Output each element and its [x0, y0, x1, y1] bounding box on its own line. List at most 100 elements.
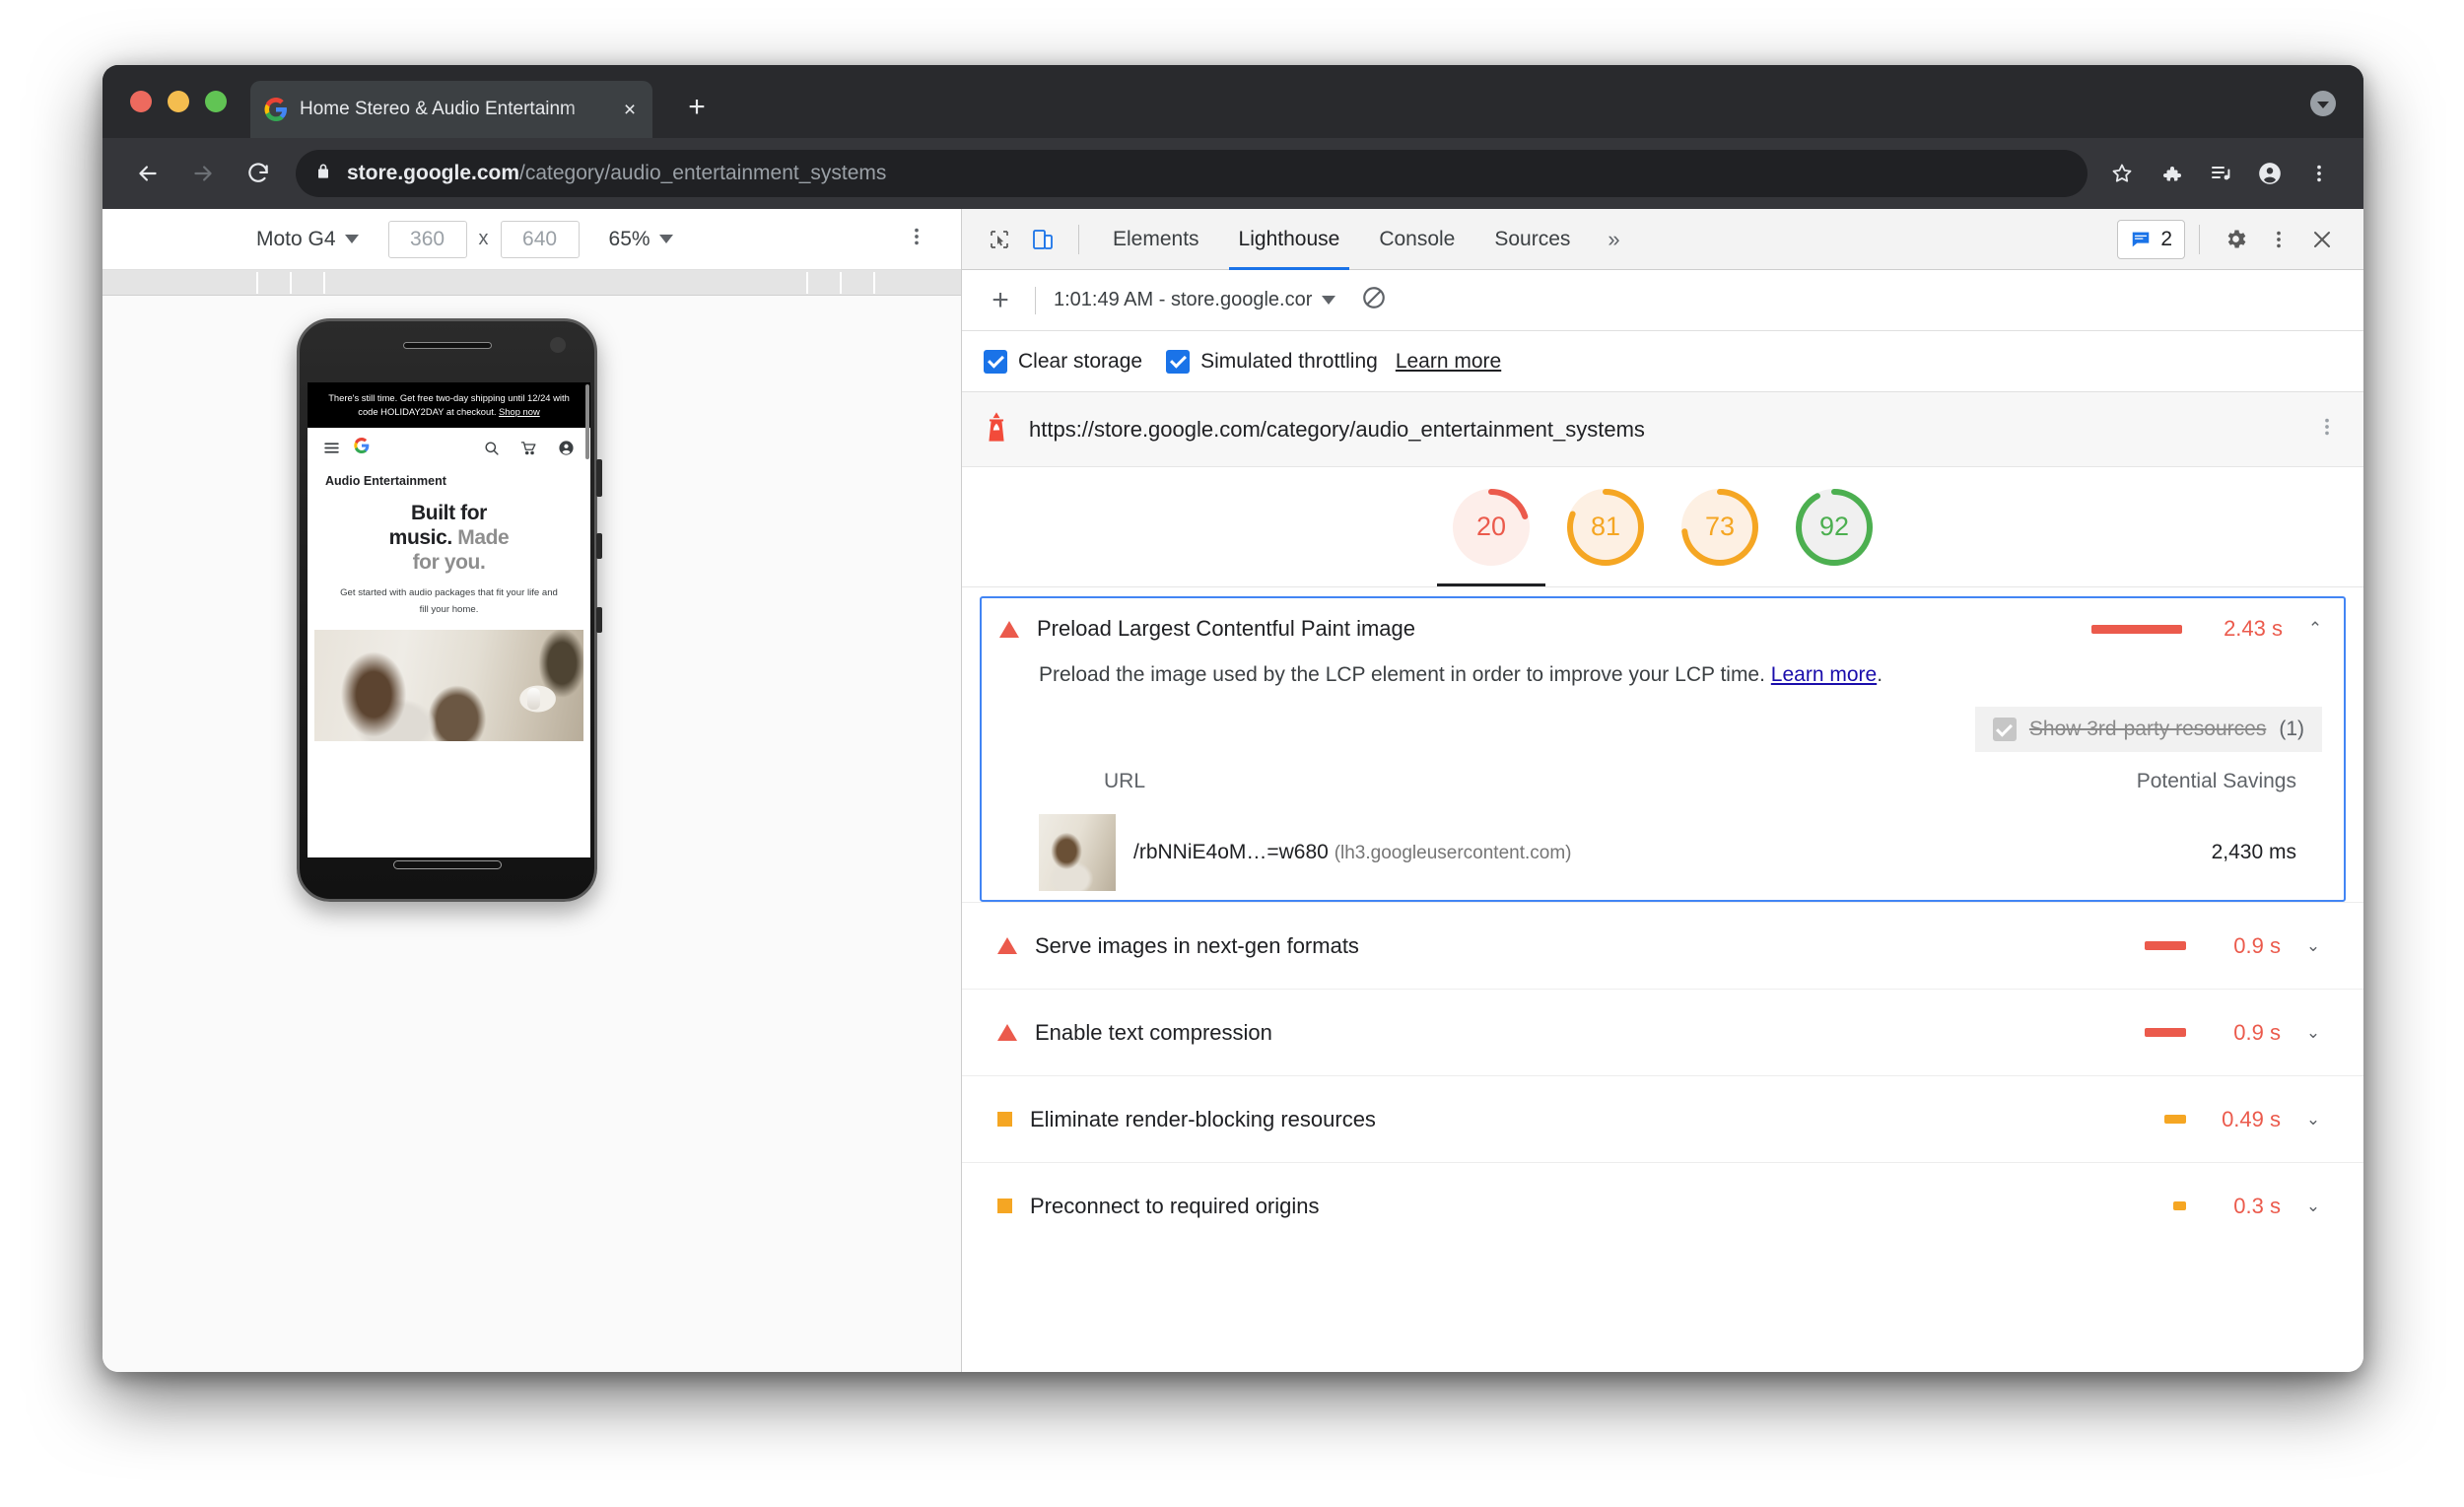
new-audit-button[interactable]: + [984, 284, 1017, 317]
score-gauge-0[interactable]: 20 [1449, 485, 1534, 570]
tab-close-icon[interactable]: × [619, 100, 641, 120]
hamburger-menu-icon[interactable] [323, 440, 340, 456]
more-tabs-icon[interactable]: » [1590, 227, 1637, 252]
window-minimize-button[interactable] [168, 91, 189, 112]
gear-icon[interactable] [2214, 218, 2257, 261]
score-gauge-1[interactable]: 81 [1563, 485, 1648, 570]
search-icon[interactable] [483, 440, 500, 456]
audit-metric: 0.49 s [2222, 1106, 2281, 1131]
close-icon[interactable] [2300, 218, 2344, 261]
device-selector[interactable]: Moto G4 [256, 228, 359, 251]
window-maximize-button[interactable] [205, 91, 227, 112]
audit-metric: 0.9 s [2233, 1019, 2281, 1045]
tab-console[interactable]: Console [1359, 209, 1474, 270]
new-tab-button[interactable]: + [680, 93, 714, 126]
phone-power-button [596, 459, 602, 497]
zoom-selector[interactable]: 65% [609, 228, 673, 251]
message-count: 2 [2160, 227, 2172, 250]
active-category-underline [1437, 583, 1545, 586]
audit-list: Preload Largest Contentful Paint image 2… [962, 587, 2363, 1372]
tab-lighthouse[interactable]: Lighthouse [1219, 209, 1360, 270]
emulated-viewport[interactable]: There's still time. Get free two-day shi… [308, 382, 590, 857]
message-count-badge[interactable]: 2 [2117, 219, 2185, 259]
account-icon[interactable] [558, 440, 575, 456]
window-close-button[interactable] [130, 91, 152, 112]
audit-run-label: 1:01:49 AM - store.google.cor [1054, 289, 1313, 310]
url-domain: store.google.com [347, 162, 520, 184]
audit-item[interactable]: Eliminate render-blocking resources 0.49 … [962, 1075, 2363, 1162]
phone-volume-down-button [596, 607, 602, 633]
audit-item[interactable]: Serve images in next-gen formats 0.9 s ⌄ [962, 902, 2363, 989]
expand-chevron-icon[interactable]: ⌄ [2302, 1197, 2324, 1216]
star-icon[interactable] [2101, 153, 2143, 194]
no-entry-icon[interactable] [1361, 285, 1387, 316]
simulated-throttling-label: Simulated throttling [1200, 349, 1378, 373]
audit-item[interactable]: Preconnect to required origins 0.3 s ⌄ [962, 1162, 2363, 1249]
resource-path: /rbNNiE4oM…=w680 [1133, 841, 1329, 863]
device-toggle-icon[interactable] [1021, 218, 1064, 261]
third-party-filter: Show 3rd-party resources (1) [1974, 707, 2322, 752]
score-value: 73 [1704, 512, 1736, 541]
audit-item[interactable]: Enable text compression 0.9 s ⌄ [962, 989, 2363, 1075]
expand-chevron-icon[interactable]: ⌄ [2302, 1023, 2324, 1043]
lighthouse-toolbar: + 1:01:49 AM - store.google.cor [962, 270, 2363, 331]
table-row: /rbNNiE4oM…=w680 (lh3.googleusercontent.… [982, 805, 2322, 900]
expand-chevron-icon[interactable]: ⌄ [2302, 1110, 2324, 1130]
profile-chevron-icon[interactable] [2310, 91, 2336, 116]
audit-options-kebab-icon[interactable] [2316, 416, 2338, 443]
address-bar[interactable]: store.google.com/category/audio_entertai… [296, 150, 2088, 197]
phone-mockup: There's still time. Get free two-day shi… [297, 318, 602, 902]
audit-item-expanded[interactable]: Preload Largest Contentful Paint image 2… [980, 596, 2346, 902]
browser-tab-strip: Home Stereo & Audio Entertainm × + [103, 65, 2363, 138]
clear-storage-option[interactable]: Clear storage [984, 349, 1143, 374]
audit-description: Preload the image used by the LCP elemen… [982, 659, 2344, 707]
audit-learn-more-link[interactable]: Learn more [1771, 663, 1877, 686]
score-gauge-3[interactable]: 92 [1792, 485, 1877, 570]
browser-menu-icon[interactable] [2298, 153, 2340, 194]
column-savings: Potential Savings [2136, 770, 2296, 792]
collapse-chevron-icon[interactable]: ⌃ [2304, 619, 2326, 639]
viewport-scrollbar[interactable] [585, 384, 589, 459]
inspect-cursor-icon[interactable] [978, 218, 1021, 261]
resource-url: /rbNNiE4oM…=w680 (lh3.googleusercontent.… [1133, 841, 2212, 864]
shopping-cart-icon[interactable] [520, 440, 537, 456]
device-width-input[interactable] [387, 220, 467, 258]
device-options-kebab-icon[interactable] [906, 226, 927, 253]
audit-header[interactable]: Preload Largest Contentful Paint image 2… [982, 598, 2344, 659]
back-arrow-icon[interactable] [128, 154, 168, 193]
google-logo-icon[interactable] [354, 438, 370, 458]
severity-square-icon [997, 1112, 1012, 1127]
phone-home-bar [392, 860, 502, 869]
audit-metric: 0.9 s [2233, 932, 2281, 958]
simulated-throttling-option[interactable]: Simulated throttling [1166, 349, 1378, 374]
severity-triangle-icon [999, 620, 1019, 638]
browser-tab[interactable]: Home Stereo & Audio Entertainm × [250, 81, 652, 138]
account-avatar-icon[interactable] [2249, 153, 2291, 194]
hero-line-2b: Made [457, 526, 510, 550]
expand-chevron-icon[interactable]: ⌄ [2302, 936, 2324, 956]
phone-volume-up-button [596, 533, 602, 559]
audit-run-selector[interactable]: 1:01:49 AM - store.google.cor [1054, 289, 1336, 311]
tab-elements[interactable]: Elements [1093, 209, 1219, 270]
clear-storage-checkbox[interactable] [984, 349, 1007, 374]
puzzle-icon[interactable] [2151, 153, 2192, 194]
score-gauge-2[interactable]: 73 [1677, 485, 1762, 570]
hero-line-1: Built for [411, 502, 487, 525]
audited-url-row: https://store.google.com/category/audio_… [962, 392, 2363, 467]
learn-more-link[interactable]: Learn more [1396, 350, 1501, 374]
resource-savings: 2,430 ms [2211, 841, 2296, 863]
media-list-icon[interactable] [2200, 153, 2241, 194]
devtools-kebab-icon[interactable] [2257, 218, 2300, 261]
reload-icon[interactable] [239, 154, 278, 193]
resource-table-header: URL Potential Savings [982, 758, 2322, 805]
simulated-throttling-checkbox[interactable] [1166, 349, 1191, 374]
tab-sources[interactable]: Sources [1474, 209, 1590, 270]
site-header [308, 428, 590, 469]
device-height-input[interactable] [500, 220, 580, 258]
clear-storage-label: Clear storage [1018, 349, 1143, 373]
zoom-value: 65% [608, 227, 650, 250]
audit-sparkbar [2091, 624, 2182, 634]
score-gauges: 20 81 73 92 [962, 467, 2363, 587]
promo-banner-link[interactable]: Shop now [499, 406, 540, 417]
audit-title: Serve images in next-gen formats [1035, 932, 1359, 958]
